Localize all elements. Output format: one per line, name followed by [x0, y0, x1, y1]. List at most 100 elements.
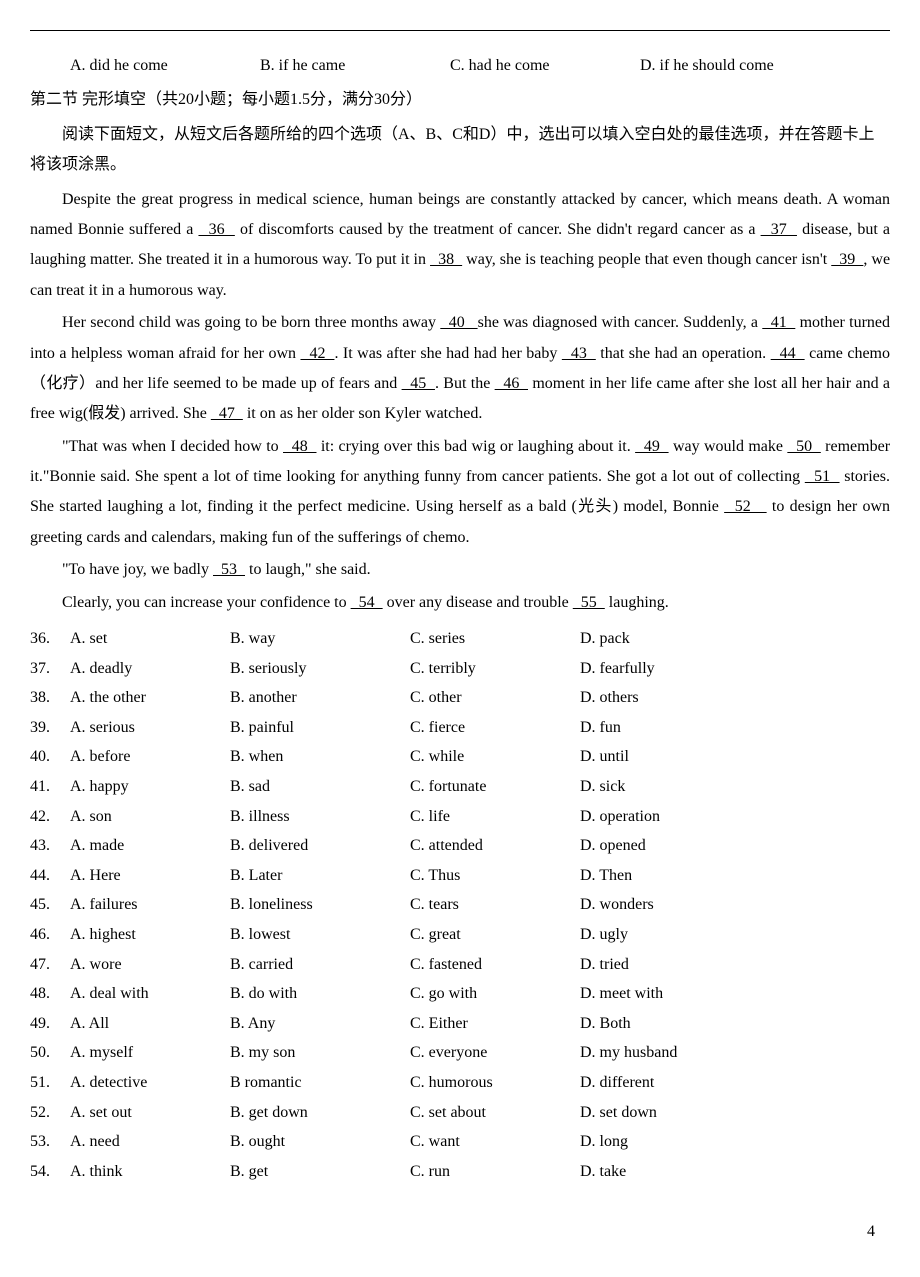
cloze-row: 37.A. deadlyB. seriouslyC. terriblyD. fe…: [30, 654, 890, 684]
opt-a: A. failures: [70, 890, 230, 920]
cloze-row: 42.A. sonB. illness C. life D. operation: [30, 802, 890, 832]
blank-48: 48: [283, 438, 316, 455]
p2a: Her second child was going to be born th…: [62, 314, 440, 331]
opt-c: C. series: [410, 624, 580, 654]
cloze-row: 46.A. highestB. lowestC. greatD. ugly: [30, 920, 890, 950]
opt-d: D. pack: [580, 624, 770, 654]
cloze-options-list: 36.A. setB. wayC. seriesD. pack37.A. dea…: [30, 624, 890, 1186]
blank-38: 38: [430, 251, 462, 268]
p4a: "To have joy, we badly: [62, 561, 213, 578]
blank-52: 52: [724, 498, 766, 515]
opt-b: B. my son: [230, 1038, 410, 1068]
opt-b: B. seriously: [230, 654, 410, 684]
opt-d: D. long: [580, 1127, 770, 1157]
cloze-row: 39.A. seriousB. painfulC. fierceD. fun: [30, 713, 890, 743]
opt-c: C. while: [410, 742, 580, 772]
passage-p2: Her second child was going to be born th…: [30, 308, 890, 430]
opt-b: B. if he came: [260, 51, 450, 81]
opt-c: C. Thus: [410, 861, 580, 891]
opt-d: D. take: [580, 1157, 770, 1187]
passage-p4: "To have joy, we badly 53 to laugh," she…: [30, 555, 890, 585]
opt-d: D. sick: [580, 772, 770, 802]
opt-d: D. Both: [580, 1009, 770, 1039]
blank-40: 40: [440, 314, 477, 331]
opt-c: C. run: [410, 1157, 580, 1187]
opt-c: C. Either: [410, 1009, 580, 1039]
p3a: "That was when I decided how to: [62, 438, 283, 455]
opt-b: B. when: [230, 742, 410, 772]
opt-c: C. want: [410, 1127, 580, 1157]
opt-b: B. ought: [230, 1127, 410, 1157]
opt-c: C. humorous: [410, 1068, 580, 1098]
cloze-row: 48.A. deal withB. do withC. go withD. me…: [30, 979, 890, 1009]
opt-b: B. illness: [230, 802, 410, 832]
opt-a: A. myself: [70, 1038, 230, 1068]
cloze-row: 47.A. woreB. carriedC. fastenedD. tried: [30, 950, 890, 980]
blank-44: 44: [771, 345, 805, 362]
opt-c: C. tears: [410, 890, 580, 920]
q-number: 44.: [30, 861, 70, 891]
p5a: Clearly, you can increase your confidenc…: [62, 594, 351, 611]
opt-d: D. opened: [580, 831, 770, 861]
cloze-row: 41.A. happyB. sadC. fortunateD. sick: [30, 772, 890, 802]
q-number: 45.: [30, 890, 70, 920]
opt-a: A. happy: [70, 772, 230, 802]
opt-b: B. lowest: [230, 920, 410, 950]
opt-d: D. set down: [580, 1098, 770, 1128]
p3c: way would make: [669, 438, 788, 455]
opt-a: A. wore: [70, 950, 230, 980]
opt-a: A. think: [70, 1157, 230, 1187]
opt-c: C. other: [410, 683, 580, 713]
q-number: 42.: [30, 802, 70, 832]
cloze-row: 38.A. the otherB. anotherC. otherD. othe…: [30, 683, 890, 713]
opt-c: C. set about: [410, 1098, 580, 1128]
q-number: 50.: [30, 1038, 70, 1068]
passage-p1: Despite the great progress in medical sc…: [30, 185, 890, 307]
opt-c: C. attended: [410, 831, 580, 861]
opt-d: D. tried: [580, 950, 770, 980]
blank-53: 53: [213, 561, 245, 578]
q-number: 51.: [30, 1068, 70, 1098]
opt-a: A. deadly: [70, 654, 230, 684]
p2g: . But the: [435, 375, 495, 392]
opt-b: B. delivered: [230, 831, 410, 861]
opt-d: D. others: [580, 683, 770, 713]
p2e: that she had an operation.: [596, 345, 771, 362]
cloze-row: 44.A. HereB. LaterC. ThusD. Then: [30, 861, 890, 891]
opt-a: A. son: [70, 802, 230, 832]
q-number: 39.: [30, 713, 70, 743]
blank-39: 39: [831, 251, 863, 268]
opt-a: A. serious: [70, 713, 230, 743]
opt-a: A. the other: [70, 683, 230, 713]
blank-36: 36: [198, 221, 234, 238]
q-number: 53.: [30, 1127, 70, 1157]
blank-51: 51: [805, 468, 840, 485]
q-number: 46.: [30, 920, 70, 950]
blank-55: 55: [573, 594, 605, 611]
opt-d: D. fearfully: [580, 654, 770, 684]
opt-a: A. All: [70, 1009, 230, 1039]
p2d: . It was after she had had her baby: [334, 345, 561, 362]
opt-c: C. fortunate: [410, 772, 580, 802]
opt-b: B. way: [230, 624, 410, 654]
opt-a: A. before: [70, 742, 230, 772]
p3b: it: crying over this bad wig or laughing…: [316, 438, 635, 455]
opt-b: B. Any: [230, 1009, 410, 1039]
opt-b: B. loneliness: [230, 890, 410, 920]
q-number: 48.: [30, 979, 70, 1009]
opt-c: C. fastened: [410, 950, 580, 980]
blank-47: 47: [211, 405, 243, 422]
opt-d: D. fun: [580, 713, 770, 743]
opt-a: A. Here: [70, 861, 230, 891]
q-number: 37.: [30, 654, 70, 684]
opt-b: B. Later: [230, 861, 410, 891]
cloze-row: 43.A. madeB. deliveredC. attendedD. open…: [30, 831, 890, 861]
p1d: way, she is teaching people that even th…: [462, 251, 831, 268]
opt-d: D. if he should come: [640, 51, 830, 81]
opt-b: B. get: [230, 1157, 410, 1187]
q-number: 54.: [30, 1157, 70, 1187]
passage-p5: Clearly, you can increase your confidenc…: [30, 588, 890, 618]
opt-b: B. sad: [230, 772, 410, 802]
q-number: 47.: [30, 950, 70, 980]
opt-b: B romantic: [230, 1068, 410, 1098]
